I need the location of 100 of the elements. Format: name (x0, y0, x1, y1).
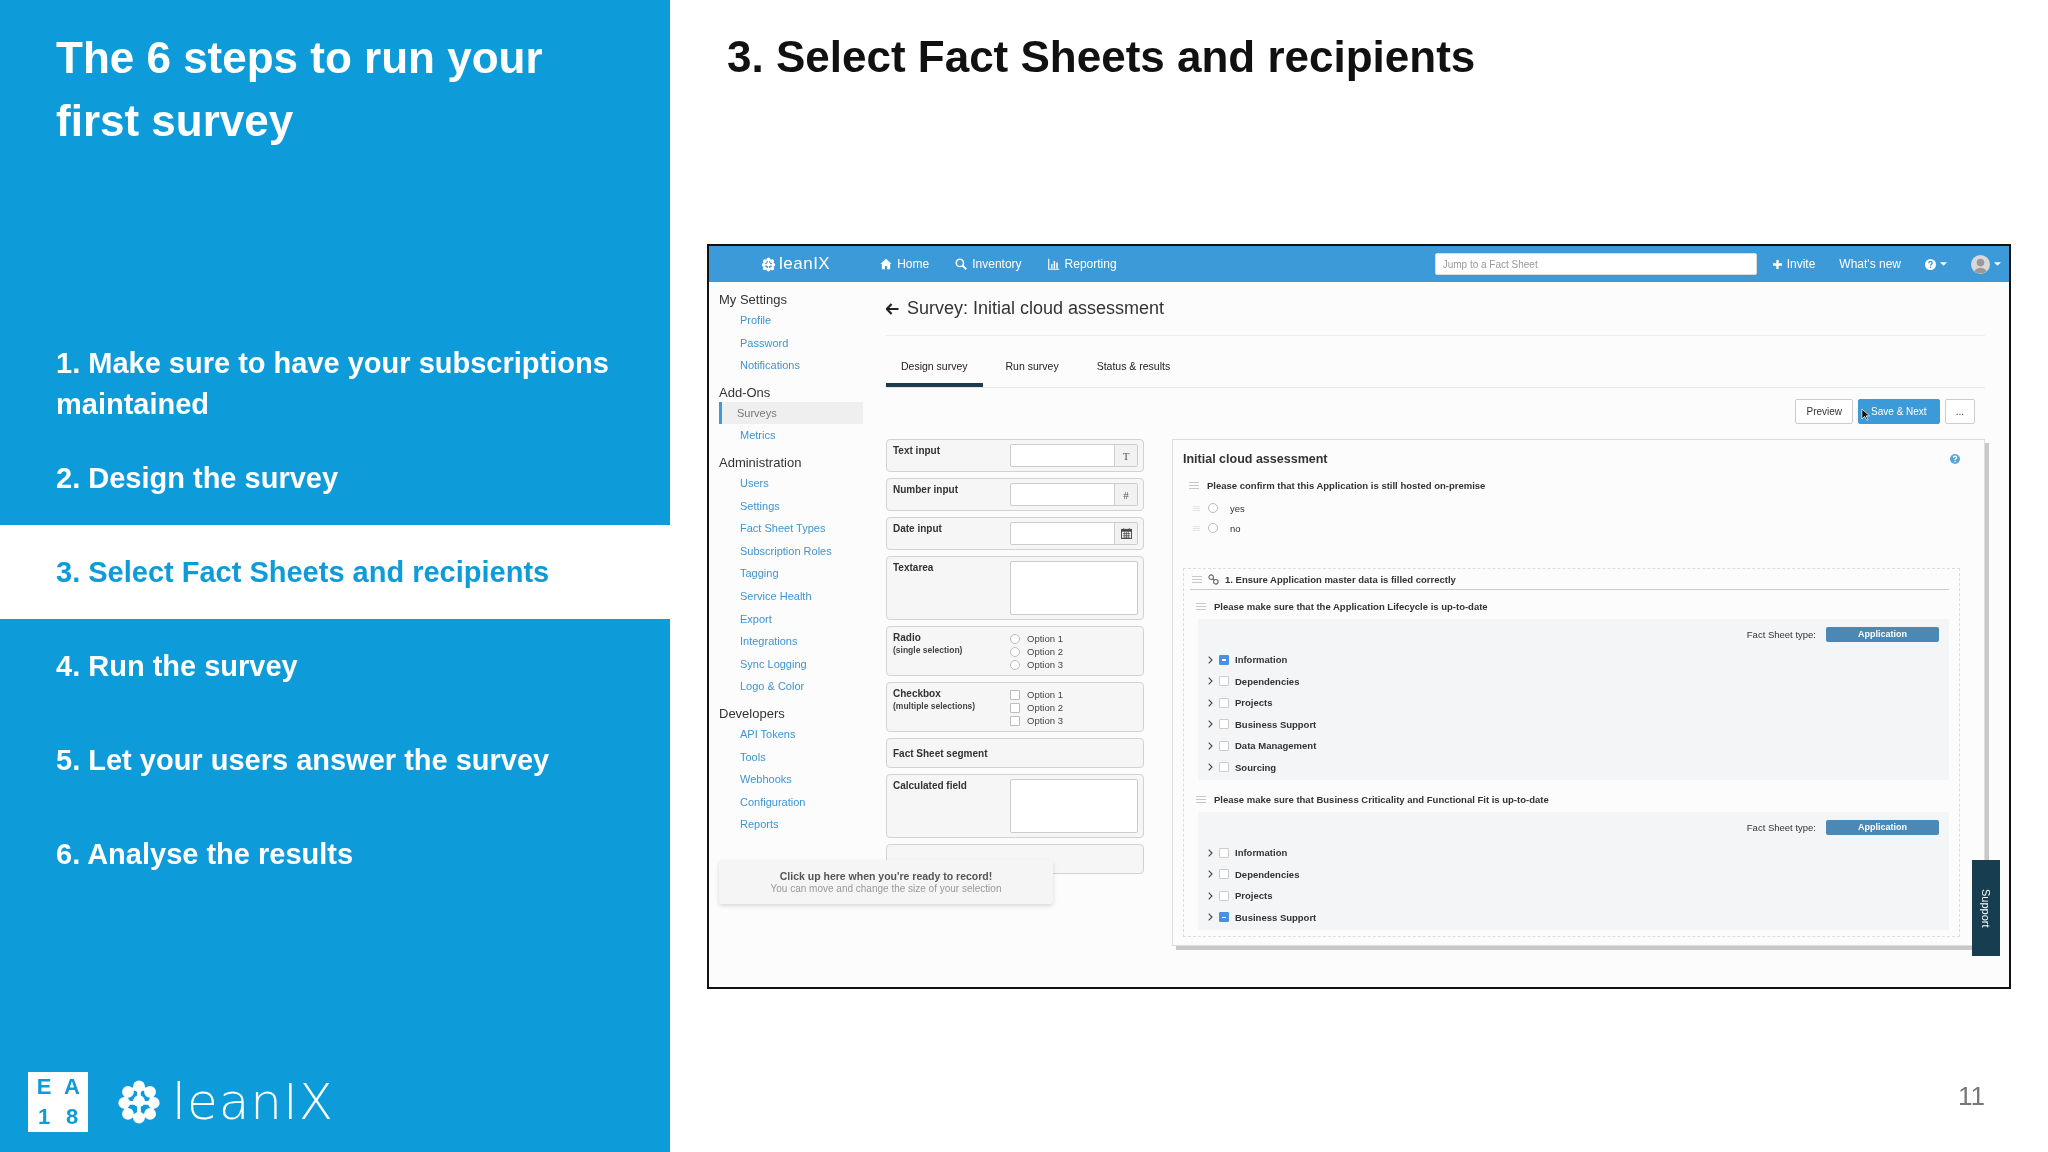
chevron-right-icon[interactable] (1208, 677, 1213, 686)
preview-button[interactable]: Preview (1795, 399, 1854, 424)
sidebar-item[interactable]: Logo & Color (719, 675, 863, 698)
tooltip-text: You can move and change the size of your selection (770, 883, 1002, 894)
chevron-right-icon[interactable] (1208, 698, 1213, 707)
sidebar-item[interactable]: Service Health (719, 584, 863, 608)
palette-item[interactable]: Textarea (886, 556, 1144, 620)
sidebar-item[interactable]: Profile (719, 309, 863, 332)
sidebar-item[interactable]: Reports (719, 813, 863, 836)
help-menu[interactable] (1925, 258, 1947, 270)
chevron-right-icon[interactable] (1208, 870, 1213, 879)
palette-item[interactable]: Calculated field (886, 774, 1144, 838)
radio-button[interactable] (1208, 523, 1218, 533)
back-arrow-icon[interactable] (886, 302, 899, 315)
checkbox[interactable] (1219, 912, 1229, 923)
section-heading: Add-Ons (719, 383, 772, 402)
checkbox[interactable] (1219, 697, 1229, 708)
slide-heading: 3. Select Fact Sheets and recipients (726, 31, 1477, 83)
drag-handle-icon[interactable] (1196, 795, 1206, 803)
support-tab[interactable]: Support (1972, 860, 2000, 956)
more-button[interactable]: ... (1944, 399, 1975, 424)
tree-item-label: Business Support (1235, 911, 1317, 923)
option-label: Option 1 (1027, 689, 1063, 701)
page-number: 11 (1958, 1081, 1986, 1113)
fact-sheet-type-badge[interactable]: Application (1826, 819, 1939, 835)
chevron-right-icon[interactable] (1208, 655, 1213, 664)
field-label: Fact Sheet type: (1746, 821, 1816, 833)
option-label: no (1230, 522, 1241, 534)
page-title: Survey: Initial cloud assessment (907, 298, 1165, 319)
slide-title: The 6 steps to run your first survey (55, 32, 544, 147)
sidebar-item[interactable]: Webhooks (719, 768, 863, 791)
palette-item[interactable]: Text input T (886, 439, 1144, 472)
tree-item-label: Information (1235, 654, 1288, 666)
search-field[interactable]: Jump to a Fact Sheet (1434, 253, 1757, 275)
sidebar-item[interactable]: Integrations (719, 630, 863, 653)
mouse-cursor-icon (1861, 408, 1871, 421)
checkbox[interactable] (1219, 676, 1229, 687)
field-type-label: # (1114, 484, 1137, 505)
sidebar-item[interactable]: Surveys (719, 401, 863, 425)
step-label: 6. Analyse the results (56, 836, 354, 872)
invite-link[interactable]: Invite (1772, 257, 1816, 271)
radio-button[interactable] (1208, 503, 1218, 513)
home-icon (880, 258, 893, 270)
sidebar-item[interactable]: Fact Sheet Types (719, 517, 863, 540)
sidebar-item[interactable]: Subscription Roles (719, 539, 863, 563)
checkbox[interactable] (1219, 762, 1229, 773)
caret-icon (1994, 262, 2001, 266)
checkbox[interactable] (1219, 869, 1229, 880)
sidebar-item[interactable]: Configuration (719, 790, 863, 814)
field-label: Fact Sheet type: (1746, 628, 1816, 640)
checkbox[interactable] (1219, 740, 1229, 751)
user-menu[interactable] (1971, 254, 2001, 274)
nav-link[interactable]: Home (880, 257, 930, 271)
sidebar-item[interactable]: Tools (719, 745, 863, 769)
sidebar-item[interactable]: Users (719, 471, 863, 495)
sidebar-item[interactable]: Password (719, 331, 863, 355)
palette-item[interactable]: Date input (886, 517, 1144, 550)
sidebar-item[interactable]: Metrics (719, 424, 863, 447)
save-next-button[interactable]: Save & Next (1858, 399, 1940, 424)
checkbox[interactable] (1219, 890, 1229, 901)
drag-handle-icon[interactable] (1193, 525, 1200, 531)
chevron-right-icon[interactable] (1208, 763, 1213, 772)
nav-link[interactable]: Reporting (1047, 257, 1117, 271)
bar-chart-icon (1047, 258, 1060, 270)
chevron-right-icon[interactable] (1208, 891, 1213, 900)
palette-item[interactable]: Number input # (886, 478, 1144, 511)
avatar-icon (1971, 254, 1990, 274)
logo-wordmark: leanIX (172, 1074, 334, 1130)
sidebar-item[interactable]: API Tokens (719, 722, 863, 746)
palette-item[interactable]: Checkbox (multiple selections) Option 1 Option 2 Option 3 (886, 682, 1144, 732)
logo-icon (761, 256, 776, 272)
palette-item[interactable]: Radio (single selection) Option 1 Option 2 Option 3 (886, 626, 1144, 676)
checkbox[interactable] (1219, 719, 1229, 730)
checkbox[interactable] (1219, 654, 1229, 665)
brand-logo[interactable]: leanIX (761, 254, 831, 274)
tree-item-label: Projects (1235, 697, 1273, 709)
help-icon[interactable] (1950, 454, 1960, 464)
sidebar-item[interactable]: Settings (719, 494, 863, 518)
nav-link[interactable]: Inventory (955, 257, 1022, 271)
drag-handle-icon[interactable] (1196, 602, 1206, 610)
whats-new-link[interactable]: What's new (1839, 257, 1901, 271)
drag-handle-icon[interactable] (1192, 575, 1202, 583)
checkbox[interactable] (1219, 847, 1229, 858)
drag-handle-icon[interactable] (1193, 505, 1200, 511)
tab[interactable]: Status & results (1081, 360, 1186, 387)
item-label: Checkbox (893, 687, 942, 700)
sidebar-item[interactable]: Export (719, 607, 863, 631)
tab[interactable]: Run survey (990, 360, 1074, 387)
chevron-right-icon[interactable] (1208, 848, 1213, 857)
fact-sheet-type-badge[interactable]: Application (1826, 626, 1939, 642)
tab[interactable]: Design survey (886, 360, 983, 387)
drag-handle-icon[interactable] (1189, 481, 1199, 489)
chevron-right-icon[interactable] (1208, 913, 1213, 922)
tree-item-label: Data Management (1235, 740, 1317, 752)
sidebar-item[interactable]: Notifications (719, 354, 863, 377)
chevron-right-icon[interactable] (1208, 741, 1213, 750)
sidebar-item[interactable]: Tagging (719, 562, 863, 585)
chevron-right-icon[interactable] (1208, 720, 1213, 729)
sidebar-item[interactable]: Sync Logging (719, 652, 863, 676)
palette-item[interactable]: Fact Sheet segment (886, 738, 1144, 768)
